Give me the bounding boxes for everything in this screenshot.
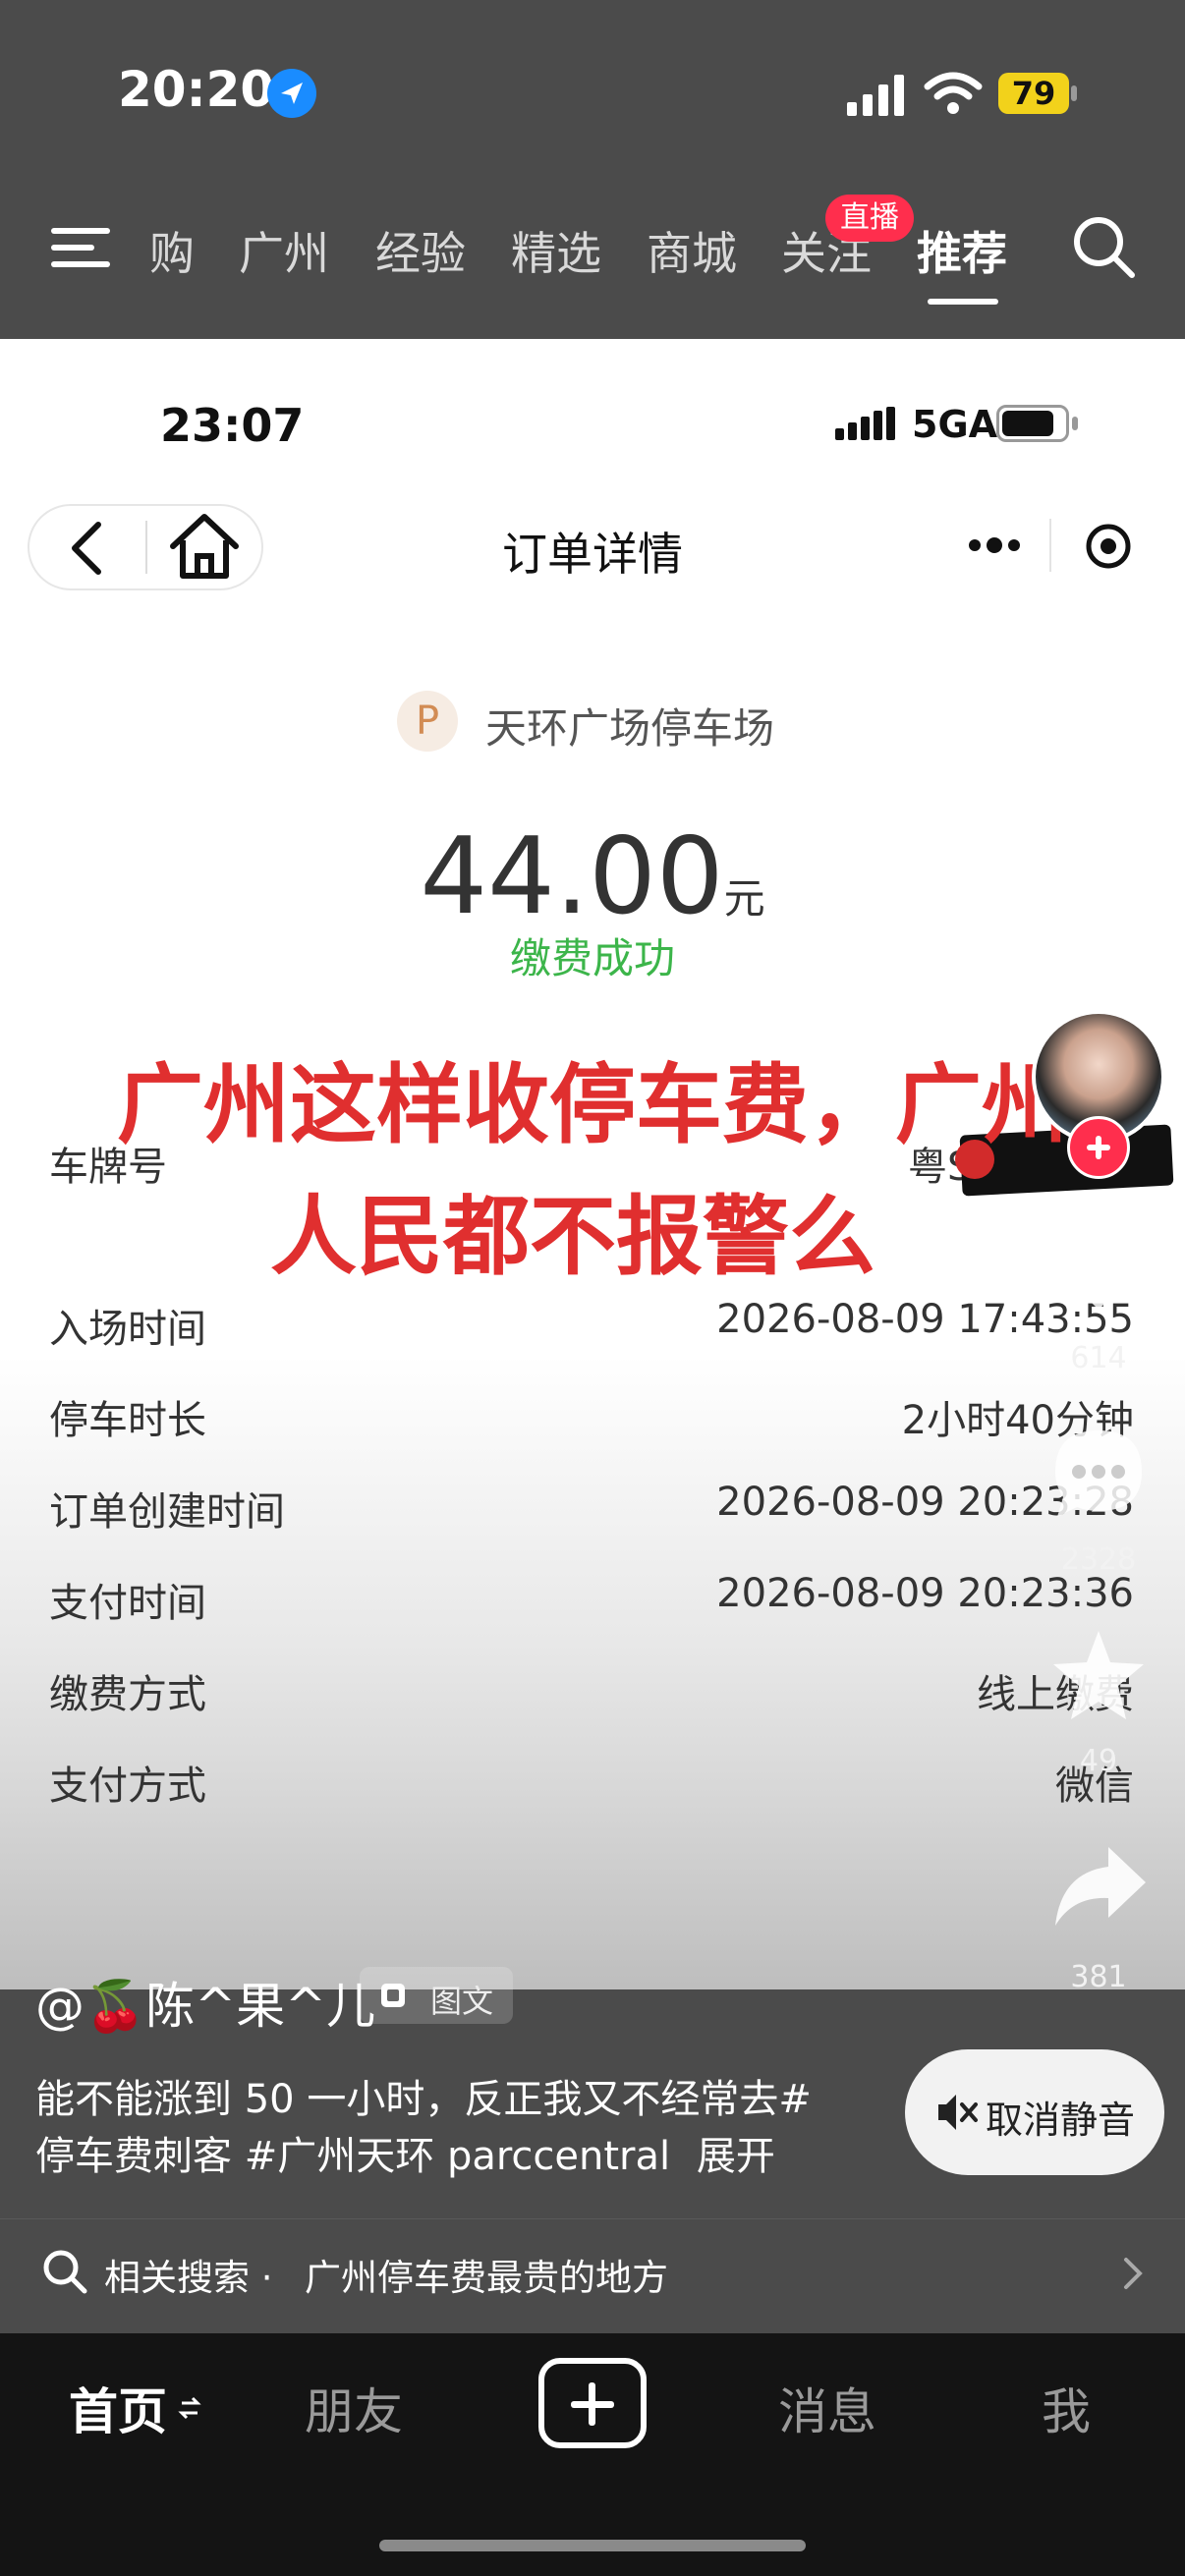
favorite-icon[interactable] xyxy=(1047,1627,1150,1725)
live-badge: 直播 xyxy=(825,195,914,242)
caption-line2-text: 停车费刺客 #广州天环 parccentral xyxy=(35,2134,671,2179)
like-count: 614 xyxy=(1070,1341,1127,1375)
post-type-label: 图文 xyxy=(430,1983,494,2020)
tab-mall[interactable]: 商城 xyxy=(647,218,737,283)
mute-icon xyxy=(938,2095,978,2130)
tab-featured[interactable]: 精选 xyxy=(511,218,601,283)
active-tab-indicator xyxy=(928,299,998,305)
home-indicator xyxy=(379,2540,806,2551)
expand-link[interactable]: 展开 xyxy=(697,2134,775,2179)
related-search-bar[interactable]: 相关搜索 · 广州停车费最贵的地方 xyxy=(0,2228,1185,2317)
favorite-count: 49 xyxy=(1079,1744,1118,1778)
amount-row: 44.00元 xyxy=(0,815,1185,938)
inner-signal-icon xyxy=(835,407,896,440)
author-name[interactable]: @🍒陈^果^儿 xyxy=(35,1967,375,2038)
tab-recommended[interactable]: 推荐 xyxy=(917,218,1007,283)
payment-status: 缴费成功 xyxy=(509,934,675,982)
tab-home[interactable]: 首页 xyxy=(69,2373,201,2443)
like-icon[interactable] xyxy=(1047,1223,1150,1316)
battery-level: 79 xyxy=(1011,75,1056,112)
plus-icon xyxy=(571,2382,614,2426)
caption-divider xyxy=(0,2218,1185,2219)
paid-time-value: 2026-08-09 20:23:36 xyxy=(716,1571,1134,1616)
status-time: 20:20 xyxy=(118,61,275,118)
caption-line1: 能不能涨到 50 一小时，反正我又不经常去# xyxy=(35,2077,812,2122)
tab-shop[interactable]: 购 xyxy=(149,218,195,283)
post-type-badge: 图文 xyxy=(360,1967,513,2024)
search-icon[interactable] xyxy=(1071,214,1136,279)
battery-icon: 79 xyxy=(998,73,1077,114)
related-search-icon xyxy=(43,2250,87,2294)
comment-icon[interactable] xyxy=(1047,1425,1150,1523)
unmute-button[interactable]: 取消静音 xyxy=(905,2049,1164,2175)
share-icon[interactable] xyxy=(1051,1843,1150,1932)
inner-network: 5GA xyxy=(912,403,998,446)
close-miniapp-icon[interactable] xyxy=(1085,523,1132,570)
tab-me[interactable]: 我 xyxy=(1042,2373,1091,2443)
unmute-label: 取消静音 xyxy=(986,2099,1136,2142)
overlay-headline-line1: 广州这样收停车费，广州 xyxy=(116,1054,1068,1155)
parking-lot-name: 天环广场停车场 xyxy=(485,704,775,753)
tab-messages[interactable]: 消息 xyxy=(778,2373,876,2443)
paid-amount: 44.00 xyxy=(420,815,724,938)
tab-guangzhou[interactable]: 广州 xyxy=(239,218,329,283)
follow-plus-icon[interactable] xyxy=(1067,1116,1130,1179)
tab-home-label: 首页 xyxy=(69,2383,167,2440)
tab-experience[interactable]: 经验 xyxy=(375,218,466,283)
pay-method-label: 支付方式 xyxy=(49,1764,206,1809)
location-icon xyxy=(267,69,316,118)
tab-friends[interactable]: 朋友 xyxy=(305,2373,403,2443)
capsule-divider-right xyxy=(1049,519,1051,572)
more-icon[interactable] xyxy=(965,531,1024,560)
signal-icon xyxy=(847,73,906,116)
create-post-button[interactable] xyxy=(538,2358,647,2448)
inner-battery-icon xyxy=(996,405,1081,444)
parking-icon: P xyxy=(397,691,458,752)
paid-time-label: 支付时间 xyxy=(49,1581,206,1626)
menu-icon[interactable] xyxy=(51,224,112,271)
wifi-icon xyxy=(924,71,983,116)
chevron-right-icon xyxy=(1124,2258,1143,2289)
duration-label: 停车时长 xyxy=(49,1398,206,1443)
overlay-headline-line2: 人民都不报警么 xyxy=(269,1186,875,1287)
related-search-query: 广州停车费最贵的地方 xyxy=(305,2257,668,2299)
top-bar xyxy=(0,0,1185,339)
inner-status-time: 23:07 xyxy=(160,399,305,452)
comment-count: 2328 xyxy=(1060,1542,1137,1577)
fee-method-label: 缴费方式 xyxy=(49,1672,206,1717)
caption-line2: 停车费刺客 #广州天环 parccentral 展开 xyxy=(35,2124,775,2181)
currency-unit: 元 xyxy=(723,874,765,923)
related-search-prefix: 相关搜索 · xyxy=(104,2257,285,2299)
created-time-label: 订单创建时间 xyxy=(49,1489,285,1535)
refresh-arrows-icon xyxy=(178,2396,201,2420)
entry-time-label: 入场时间 xyxy=(49,1307,206,1352)
